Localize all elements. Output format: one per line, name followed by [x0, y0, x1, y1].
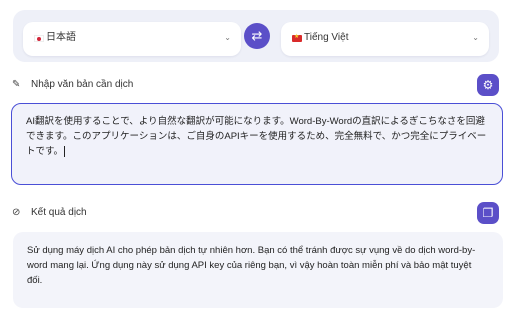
edit-icon: ✎ [12, 79, 21, 90]
swap-icon: ⇄ [251, 28, 263, 43]
copy-button[interactable]: ❐ [477, 202, 499, 224]
chevron-down-icon: ⌄ [224, 33, 231, 42]
input-label-text: Nhập văn bản cần dịch [31, 79, 134, 90]
swap-languages-button[interactable]: ⇄ [244, 23, 270, 49]
source-text: AI翻訳を使用することで、より自然な翻訳が可能になります。Word-By-Wor… [26, 116, 487, 157]
source-language-select[interactable]: 日本語 ⌄ [23, 22, 241, 56]
language-bar: 日本語 ⌄ ⇄ Tiếng Việt ⌄ [13, 10, 499, 62]
gear-icon: ⚙ [482, 78, 494, 92]
source-text-input[interactable]: AI翻訳を使用することで、より自然な翻訳が可能になります。Word-By-Wor… [11, 103, 503, 185]
source-language-name: 日本語 [46, 32, 76, 43]
translated-text: Sử dụng máy dịch AI cho phép bản dịch tự… [27, 245, 476, 286]
translation-output: Sử dụng máy dịch AI cho phép bản dịch tự… [13, 232, 503, 308]
japan-flag-icon [34, 35, 44, 42]
copy-icon: ❐ [482, 206, 494, 220]
check-circle-icon: ⊘ [12, 207, 21, 218]
chevron-down-icon: ⌄ [472, 33, 479, 42]
target-language-select[interactable]: Tiếng Việt ⌄ [281, 22, 489, 56]
settings-button[interactable]: ⚙ [477, 74, 499, 96]
text-caret [64, 145, 66, 157]
output-section-label: ⊘ Kết quả dịch [12, 206, 87, 220]
target-language-name: Tiếng Việt [304, 32, 349, 43]
input-section-label: ✎ Nhập văn bản cần dịch [12, 78, 133, 92]
vietnam-flag-icon [292, 33, 302, 42]
output-label-text: Kết quả dịch [31, 207, 87, 218]
